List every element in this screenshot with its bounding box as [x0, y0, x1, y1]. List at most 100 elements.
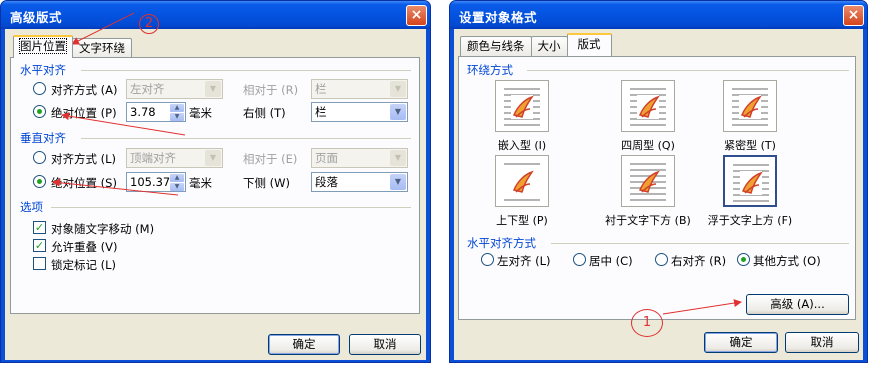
vertical-relative-select: 页面 ▼ [311, 148, 408, 168]
group-divider [527, 70, 849, 71]
tab-text-wrapping[interactable]: 文字环绕 [72, 38, 132, 58]
move-with-text-label: 对象随文字移动 (M) [51, 222, 155, 236]
group-divider [81, 70, 411, 71]
horizontal-absolute-radio[interactable] [33, 105, 46, 118]
lock-anchor-checkbox[interactable] [33, 257, 46, 270]
top-bottom-wrap-icon [504, 163, 540, 201]
horizontal-unit: 毫米 [189, 106, 212, 120]
step-1-number: 1 [642, 315, 652, 330]
vertical-absolute-value: 105.37 [130, 175, 171, 189]
chevron-down-icon: ▼ [390, 174, 406, 190]
inline-wrap-icon [504, 88, 540, 126]
align-center-radio[interactable] [573, 253, 586, 266]
cancel-button[interactable]: 取消 [785, 332, 859, 353]
tab-picture-position[interactable]: 图片位置 [13, 35, 73, 58]
horizontal-align-radio[interactable] [33, 82, 46, 95]
vertical-side-label: 下侧 (W) [243, 176, 290, 190]
dialog-body: 图片位置 文字环绕 水平对齐 对齐方式 (A) 左对齐 ▼ 相对于 (R) 栏 … [5, 29, 426, 360]
chevron-down-icon: ▼ [390, 81, 406, 97]
wrap-style-behind-text[interactable] [621, 155, 675, 207]
group-divider [81, 138, 411, 139]
dialog-title: 高级版式 [10, 10, 63, 25]
wrap-style-group-title: 环绕方式 [467, 63, 513, 77]
spin-up-icon[interactable]: ▲ [170, 104, 184, 112]
wrap-style-label: 嵌入型 (I) [497, 139, 547, 152]
allow-overlap-checkbox[interactable]: ✓ [33, 239, 46, 252]
vertical-side-select[interactable]: 段落 ▼ [311, 172, 408, 192]
close-button[interactable]: × [843, 5, 864, 26]
move-with-text-checkbox[interactable]: ✓ [33, 221, 46, 234]
advanced-button[interactable]: 高级 (A)... [746, 294, 849, 315]
options-group-title: 选项 [20, 200, 43, 214]
vertical-side-value: 段落 [315, 175, 338, 189]
horizontal-align-select: 左对齐 ▼ [126, 79, 223, 99]
format-object-dialog: 设置对象格式 × 颜色与线条 大小 版式 环绕方式 嵌入型 (I) 四周型 (Q… [449, 0, 868, 363]
vertical-relative-label: 相对于 (E) [243, 152, 298, 166]
wrap-style-in-front-of-text[interactable] [723, 155, 777, 207]
align-left-radio[interactable] [481, 253, 494, 266]
horizontal-align-group-title: 水平对齐方式 [467, 236, 536, 250]
group-divider [51, 207, 411, 208]
in-front-of-text-icon [733, 164, 769, 202]
lock-anchor-label: 锁定标记 (L) [51, 258, 117, 272]
wrap-style-top-bottom-wrap[interactable] [495, 155, 549, 207]
horizontal-align-value: 左对齐 [130, 82, 165, 96]
horizontal-absolute-input[interactable]: 3.78 ▲ ▼ [126, 102, 186, 122]
spin-down-icon[interactable]: ▼ [170, 183, 184, 191]
horizontal-relative-select: 栏 ▼ [311, 79, 408, 99]
group-divider [551, 243, 849, 244]
wrap-style-square-wrap[interactable] [621, 80, 675, 132]
horizontal-side-value: 栏 [315, 105, 327, 119]
step-1-marker: 1 [631, 309, 663, 337]
ok-button[interactable]: 确定 [704, 332, 778, 353]
chevron-down-icon: ▼ [390, 104, 406, 120]
square-wrap-icon [630, 88, 666, 126]
tab-size[interactable]: 大小 [530, 36, 568, 56]
chevron-down-icon: ▼ [390, 150, 406, 166]
horizontal-absolute-label: 绝对位置 (P) [51, 106, 117, 120]
dialog-title: 设置对象格式 [459, 10, 538, 25]
tab-layout[interactable]: 版式 [566, 33, 612, 56]
tab-strip: 图片位置 文字环绕 [13, 35, 132, 58]
advanced-layout-dialog: 高级版式 × 图片位置 文字环绕 水平对齐 对齐方式 (A) 左对齐 ▼ 相对于… [0, 0, 431, 363]
chevron-down-icon: ▼ [205, 150, 221, 166]
title-bar[interactable]: 高级版式 × [1, 1, 430, 29]
tight-wrap-icon [732, 88, 768, 126]
tab-panel: 水平对齐 对齐方式 (A) 左对齐 ▼ 相对于 (R) 栏 ▼ 绝对位置 (P)… [10, 57, 420, 314]
step-2-number: 2 [144, 16, 154, 31]
horizontal-absolute-value: 3.78 [130, 105, 156, 119]
align-other-radio[interactable] [737, 253, 750, 266]
wrap-style-tight-wrap[interactable] [723, 80, 777, 132]
behind-text-icon [630, 163, 666, 201]
close-button[interactable]: × [406, 5, 427, 26]
horizontal-side-select[interactable]: 栏 ▼ [311, 102, 408, 122]
vertical-align-select: 顶端对齐 ▼ [126, 148, 223, 168]
chevron-down-icon: ▼ [205, 81, 221, 97]
horizontal-align-group-title: 水平对齐 [20, 63, 66, 77]
wrap-style-inline-wrap[interactable] [495, 80, 549, 132]
dialog-body: 颜色与线条 大小 版式 环绕方式 嵌入型 (I) 四周型 (Q) 紧密型 (T) [454, 29, 863, 360]
wrap-style-label: 四周型 (Q) [621, 139, 675, 152]
vertical-unit: 毫米 [189, 176, 212, 190]
vertical-absolute-input[interactable]: 105.37 ▲ ▼ [126, 172, 186, 192]
horizontal-relative-label: 相对于 (R) [243, 83, 299, 97]
horizontal-side-label: 右侧 (T) [243, 106, 286, 120]
align-center-label: 居中 (C) [589, 254, 633, 268]
wrap-style-label: 浮于文字上方 (F) [707, 214, 793, 227]
spin-up-icon[interactable]: ▲ [170, 174, 184, 182]
vertical-absolute-radio[interactable] [33, 175, 46, 188]
allow-overlap-label: 允许重叠 (V) [51, 240, 118, 254]
tab-colors-lines[interactable]: 颜色与线条 [460, 36, 532, 56]
tab-strip: 颜色与线条 大小 版式 [460, 33, 612, 56]
vertical-align-group-title: 垂直对齐 [20, 131, 66, 145]
horizontal-align-label: 对齐方式 (A) [51, 83, 118, 97]
tab-panel: 环绕方式 嵌入型 (I) 四周型 (Q) 紧密型 (T) 上下型 (P) 衬于文… [458, 56, 856, 320]
cancel-button[interactable]: 取消 [349, 334, 421, 355]
ok-button[interactable]: 确定 [268, 334, 340, 355]
wrap-style-label: 衬于文字下方 (B) [605, 214, 691, 227]
spin-down-icon[interactable]: ▼ [170, 113, 184, 121]
title-bar[interactable]: 设置对象格式 × [450, 1, 867, 29]
vertical-align-radio[interactable] [33, 151, 46, 164]
align-right-radio[interactable] [655, 253, 668, 266]
horizontal-relative-value: 栏 [315, 82, 327, 96]
